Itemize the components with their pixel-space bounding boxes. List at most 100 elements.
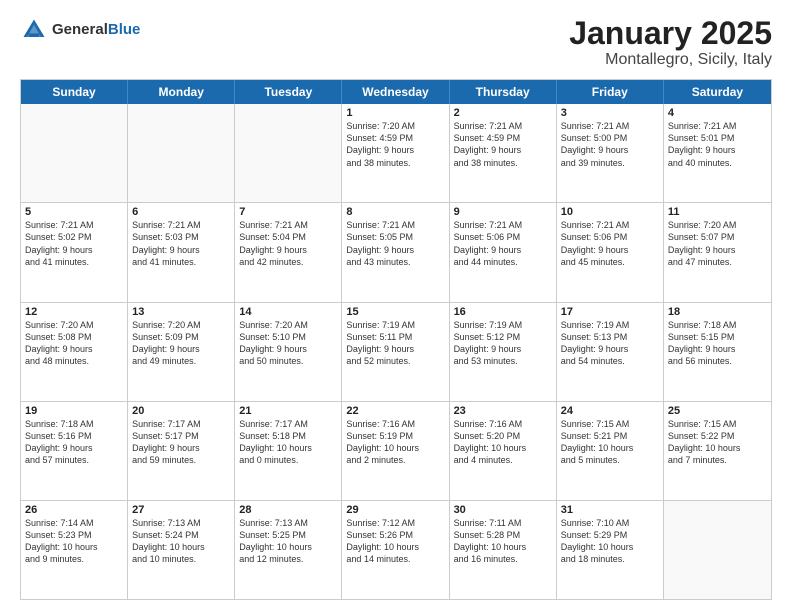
day-info: Sunrise: 7:13 AM Sunset: 5:24 PM Dayligh…	[132, 517, 230, 566]
day-cell: 6Sunrise: 7:21 AM Sunset: 5:03 PM Daylig…	[128, 203, 235, 301]
day-cell: 14Sunrise: 7:20 AM Sunset: 5:10 PM Dayli…	[235, 303, 342, 401]
day-cell: 19Sunrise: 7:18 AM Sunset: 5:16 PM Dayli…	[21, 402, 128, 500]
day-header-sunday: Sunday	[21, 80, 128, 104]
day-cell: 25Sunrise: 7:15 AM Sunset: 5:22 PM Dayli…	[664, 402, 771, 500]
day-info: Sunrise: 7:21 AM Sunset: 4:59 PM Dayligh…	[454, 120, 552, 169]
day-info: Sunrise: 7:17 AM Sunset: 5:17 PM Dayligh…	[132, 418, 230, 467]
day-cell: 22Sunrise: 7:16 AM Sunset: 5:19 PM Dayli…	[342, 402, 449, 500]
day-info: Sunrise: 7:20 AM Sunset: 4:59 PM Dayligh…	[346, 120, 444, 169]
day-info: Sunrise: 7:19 AM Sunset: 5:11 PM Dayligh…	[346, 319, 444, 368]
day-cell: 12Sunrise: 7:20 AM Sunset: 5:08 PM Dayli…	[21, 303, 128, 401]
day-header-thursday: Thursday	[450, 80, 557, 104]
day-info: Sunrise: 7:21 AM Sunset: 5:04 PM Dayligh…	[239, 219, 337, 268]
day-number: 28	[239, 504, 337, 516]
day-cell: 1Sunrise: 7:20 AM Sunset: 4:59 PM Daylig…	[342, 104, 449, 202]
day-info: Sunrise: 7:18 AM Sunset: 5:16 PM Dayligh…	[25, 418, 123, 467]
day-number: 23	[454, 405, 552, 417]
week-row-3: 12Sunrise: 7:20 AM Sunset: 5:08 PM Dayli…	[21, 303, 771, 402]
day-info: Sunrise: 7:21 AM Sunset: 5:00 PM Dayligh…	[561, 120, 659, 169]
day-number: 7	[239, 206, 337, 218]
day-number: 16	[454, 306, 552, 318]
day-number: 18	[668, 306, 767, 318]
day-cell: 16Sunrise: 7:19 AM Sunset: 5:12 PM Dayli…	[450, 303, 557, 401]
day-number: 2	[454, 107, 552, 119]
day-info: Sunrise: 7:20 AM Sunset: 5:07 PM Dayligh…	[668, 219, 767, 268]
week-row-4: 19Sunrise: 7:18 AM Sunset: 5:16 PM Dayli…	[21, 402, 771, 501]
day-cell: 7Sunrise: 7:21 AM Sunset: 5:04 PM Daylig…	[235, 203, 342, 301]
week-row-2: 5Sunrise: 7:21 AM Sunset: 5:02 PM Daylig…	[21, 203, 771, 302]
day-number: 15	[346, 306, 444, 318]
day-headers: SundayMondayTuesdayWednesdayThursdayFrid…	[21, 80, 771, 104]
day-cell: 13Sunrise: 7:20 AM Sunset: 5:09 PM Dayli…	[128, 303, 235, 401]
calendar: SundayMondayTuesdayWednesdayThursdayFrid…	[20, 79, 772, 600]
day-cell: 24Sunrise: 7:15 AM Sunset: 5:21 PM Dayli…	[557, 402, 664, 500]
day-info: Sunrise: 7:16 AM Sunset: 5:19 PM Dayligh…	[346, 418, 444, 467]
day-info: Sunrise: 7:20 AM Sunset: 5:10 PM Dayligh…	[239, 319, 337, 368]
calendar-body: 1Sunrise: 7:20 AM Sunset: 4:59 PM Daylig…	[21, 104, 771, 599]
day-info: Sunrise: 7:18 AM Sunset: 5:15 PM Dayligh…	[668, 319, 767, 368]
day-header-friday: Friday	[557, 80, 664, 104]
day-number: 1	[346, 107, 444, 119]
day-number: 8	[346, 206, 444, 218]
day-number: 29	[346, 504, 444, 516]
month-title: January 2025	[569, 16, 772, 51]
day-number: 17	[561, 306, 659, 318]
day-header-tuesday: Tuesday	[235, 80, 342, 104]
title-area: January 2025 Montallegro, Sicily, Italy	[569, 16, 772, 69]
day-cell: 26Sunrise: 7:14 AM Sunset: 5:23 PM Dayli…	[21, 501, 128, 599]
day-cell	[128, 104, 235, 202]
day-number: 9	[454, 206, 552, 218]
day-info: Sunrise: 7:20 AM Sunset: 5:08 PM Dayligh…	[25, 319, 123, 368]
day-cell	[235, 104, 342, 202]
day-info: Sunrise: 7:17 AM Sunset: 5:18 PM Dayligh…	[239, 418, 337, 467]
day-header-monday: Monday	[128, 80, 235, 104]
day-cell: 5Sunrise: 7:21 AM Sunset: 5:02 PM Daylig…	[21, 203, 128, 301]
day-cell: 30Sunrise: 7:11 AM Sunset: 5:28 PM Dayli…	[450, 501, 557, 599]
page: GeneralBlue January 2025 Montallegro, Si…	[0, 0, 792, 612]
day-cell: 20Sunrise: 7:17 AM Sunset: 5:17 PM Dayli…	[128, 402, 235, 500]
day-cell: 28Sunrise: 7:13 AM Sunset: 5:25 PM Dayli…	[235, 501, 342, 599]
day-info: Sunrise: 7:21 AM Sunset: 5:01 PM Dayligh…	[668, 120, 767, 169]
day-info: Sunrise: 7:21 AM Sunset: 5:06 PM Dayligh…	[561, 219, 659, 268]
day-cell: 27Sunrise: 7:13 AM Sunset: 5:24 PM Dayli…	[128, 501, 235, 599]
day-cell: 2Sunrise: 7:21 AM Sunset: 4:59 PM Daylig…	[450, 104, 557, 202]
day-number: 4	[668, 107, 767, 119]
day-cell: 29Sunrise: 7:12 AM Sunset: 5:26 PM Dayli…	[342, 501, 449, 599]
day-info: Sunrise: 7:14 AM Sunset: 5:23 PM Dayligh…	[25, 517, 123, 566]
day-cell	[664, 501, 771, 599]
logo-icon	[20, 16, 48, 44]
day-number: 3	[561, 107, 659, 119]
day-cell: 3Sunrise: 7:21 AM Sunset: 5:00 PM Daylig…	[557, 104, 664, 202]
day-cell: 17Sunrise: 7:19 AM Sunset: 5:13 PM Dayli…	[557, 303, 664, 401]
day-number: 25	[668, 405, 767, 417]
day-info: Sunrise: 7:21 AM Sunset: 5:05 PM Dayligh…	[346, 219, 444, 268]
day-number: 24	[561, 405, 659, 417]
day-number: 22	[346, 405, 444, 417]
day-number: 14	[239, 306, 337, 318]
day-info: Sunrise: 7:15 AM Sunset: 5:21 PM Dayligh…	[561, 418, 659, 467]
day-info: Sunrise: 7:19 AM Sunset: 5:13 PM Dayligh…	[561, 319, 659, 368]
day-cell: 31Sunrise: 7:10 AM Sunset: 5:29 PM Dayli…	[557, 501, 664, 599]
day-cell: 23Sunrise: 7:16 AM Sunset: 5:20 PM Dayli…	[450, 402, 557, 500]
day-cell: 8Sunrise: 7:21 AM Sunset: 5:05 PM Daylig…	[342, 203, 449, 301]
day-info: Sunrise: 7:21 AM Sunset: 5:06 PM Dayligh…	[454, 219, 552, 268]
header: GeneralBlue January 2025 Montallegro, Si…	[20, 16, 772, 69]
day-info: Sunrise: 7:21 AM Sunset: 5:02 PM Dayligh…	[25, 219, 123, 268]
day-number: 12	[25, 306, 123, 318]
day-number: 31	[561, 504, 659, 516]
day-header-saturday: Saturday	[664, 80, 771, 104]
day-info: Sunrise: 7:16 AM Sunset: 5:20 PM Dayligh…	[454, 418, 552, 467]
day-number: 19	[25, 405, 123, 417]
logo-general: GeneralBlue	[52, 21, 140, 39]
day-cell	[21, 104, 128, 202]
day-info: Sunrise: 7:21 AM Sunset: 5:03 PM Dayligh…	[132, 219, 230, 268]
day-cell: 4Sunrise: 7:21 AM Sunset: 5:01 PM Daylig…	[664, 104, 771, 202]
day-cell: 18Sunrise: 7:18 AM Sunset: 5:15 PM Dayli…	[664, 303, 771, 401]
day-number: 30	[454, 504, 552, 516]
day-number: 20	[132, 405, 230, 417]
day-number: 11	[668, 206, 767, 218]
day-cell: 9Sunrise: 7:21 AM Sunset: 5:06 PM Daylig…	[450, 203, 557, 301]
day-cell: 15Sunrise: 7:19 AM Sunset: 5:11 PM Dayli…	[342, 303, 449, 401]
day-number: 27	[132, 504, 230, 516]
day-number: 6	[132, 206, 230, 218]
